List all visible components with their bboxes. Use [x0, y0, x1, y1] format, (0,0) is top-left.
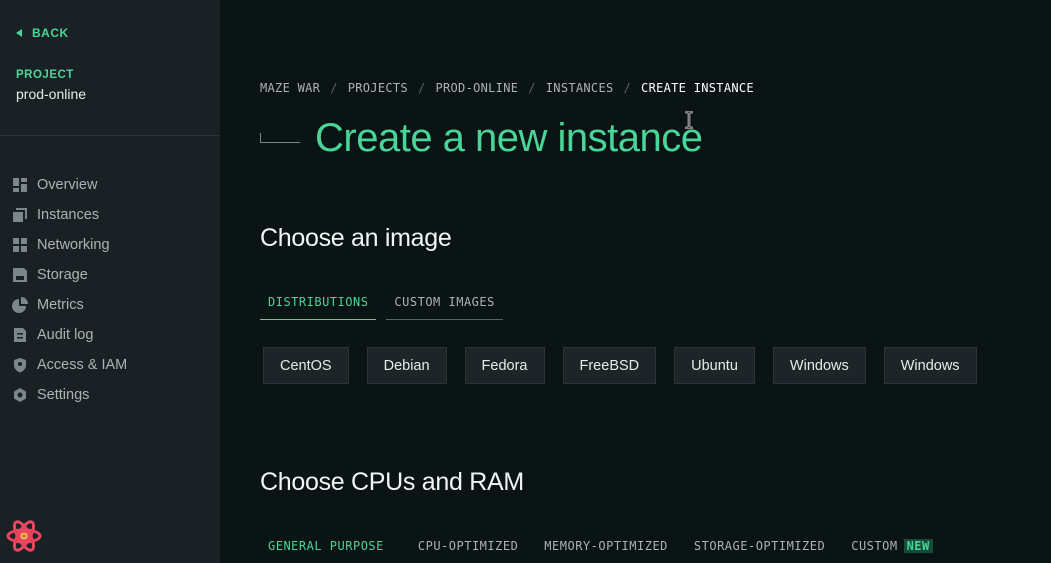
- sidebar-nav: Overview Instances Networking Storage Me…: [12, 170, 127, 410]
- tab-custom-label: CUSTOM: [851, 539, 898, 553]
- breadcrumb-item[interactable]: INSTANCES: [546, 81, 614, 95]
- image-option-debian[interactable]: Debian: [366, 347, 447, 384]
- breadcrumb-separator: /: [623, 81, 632, 95]
- page-title: Create a new instance: [315, 116, 703, 160]
- new-badge: NEW: [903, 539, 933, 553]
- back-label: BACK: [32, 26, 69, 40]
- cpu-section-title: Choose CPUs and RAM: [260, 468, 524, 496]
- back-button[interactable]: BACK: [16, 26, 69, 40]
- sidebar-item-overview[interactable]: Overview: [12, 170, 127, 200]
- breadcrumb-separator: /: [417, 81, 426, 95]
- sidebar-item-instances[interactable]: Instances: [12, 200, 127, 230]
- sidebar-item-settings[interactable]: Settings: [12, 380, 127, 410]
- image-section-title: Choose an image: [260, 224, 452, 252]
- gear-icon: [12, 387, 28, 403]
- cpu-tabs: GENERAL PURPOSE CPU-OPTIMIZED MEMORY-OPT…: [260, 539, 933, 553]
- breadcrumb-separator: /: [528, 81, 536, 95]
- breadcrumb-item[interactable]: PROD-ONLINE: [435, 81, 518, 95]
- project-name[interactable]: prod-online: [16, 86, 86, 102]
- sidebar: BACK PROJECT prod-online Overview Instan…: [0, 0, 220, 563]
- sidebar-item-networking[interactable]: Networking: [12, 230, 127, 260]
- react-logo-icon[interactable]: [5, 517, 43, 555]
- sidebar-item-audit-log[interactable]: Audit log: [12, 320, 127, 350]
- tab-custom[interactable]: CUSTOM NEW: [851, 539, 933, 553]
- breadcrumb-item[interactable]: PROJECTS: [348, 81, 408, 95]
- sidebar-item-label: Storage: [37, 267, 88, 283]
- sidebar-item-storage[interactable]: Storage: [12, 260, 127, 290]
- shield-icon: [12, 357, 28, 373]
- sidebar-item-label: Networking: [37, 237, 110, 253]
- sidebar-item-label: Audit log: [37, 327, 94, 343]
- sidebar-item-label: Metrics: [37, 297, 84, 313]
- image-tabs: DISTRIBUTIONS CUSTOM IMAGES: [260, 288, 503, 320]
- tab-cpu-optimized[interactable]: CPU-OPTIMIZED: [418, 539, 518, 553]
- sidebar-item-label: Overview: [37, 177, 98, 193]
- image-options: CentOS Debian Fedora FreeBSD Ubuntu Wind…: [263, 347, 977, 384]
- sidebar-divider: [0, 135, 220, 136]
- image-option-freebsd[interactable]: FreeBSD: [562, 347, 657, 384]
- document-icon: [12, 327, 28, 343]
- breadcrumb-separator: /: [330, 81, 338, 95]
- image-option-fedora[interactable]: Fedora: [464, 347, 545, 384]
- pie-chart-icon: [12, 297, 28, 313]
- network-icon: [12, 237, 28, 253]
- tab-general-purpose[interactable]: GENERAL PURPOSE: [260, 539, 392, 553]
- tab-custom-images[interactable]: CUSTOM IMAGES: [386, 288, 503, 320]
- image-option-centos[interactable]: CentOS: [263, 347, 349, 384]
- sidebar-item-access-iam[interactable]: Access & IAM: [12, 350, 127, 380]
- back-arrow-icon: [16, 29, 22, 37]
- title-decoration: [260, 133, 300, 143]
- tab-distributions[interactable]: DISTRIBUTIONS: [260, 288, 377, 320]
- image-option-ubuntu[interactable]: Ubuntu: [674, 347, 755, 384]
- image-option-windows[interactable]: Windows: [772, 347, 866, 384]
- instances-icon: [12, 207, 28, 223]
- image-option-windows-2[interactable]: Windows: [883, 347, 977, 384]
- dashboard-icon: [12, 177, 28, 193]
- sidebar-item-metrics[interactable]: Metrics: [12, 290, 127, 320]
- tab-memory-optimized[interactable]: MEMORY-OPTIMIZED: [544, 539, 668, 553]
- breadcrumb-item[interactable]: MAZE WAR: [260, 81, 320, 95]
- sidebar-item-label: Settings: [37, 387, 90, 403]
- tab-storage-optimized[interactable]: STORAGE-OPTIMIZED: [694, 539, 825, 553]
- storage-icon: [12, 267, 28, 283]
- breadcrumb: MAZE WAR / PROJECTS / PROD-ONLINE / INST…: [260, 81, 754, 95]
- project-label: PROJECT: [16, 69, 74, 81]
- sidebar-item-label: Access & IAM: [37, 357, 128, 373]
- breadcrumb-current: CREATE INSTANCE: [641, 81, 754, 95]
- sidebar-item-label: Instances: [37, 207, 100, 223]
